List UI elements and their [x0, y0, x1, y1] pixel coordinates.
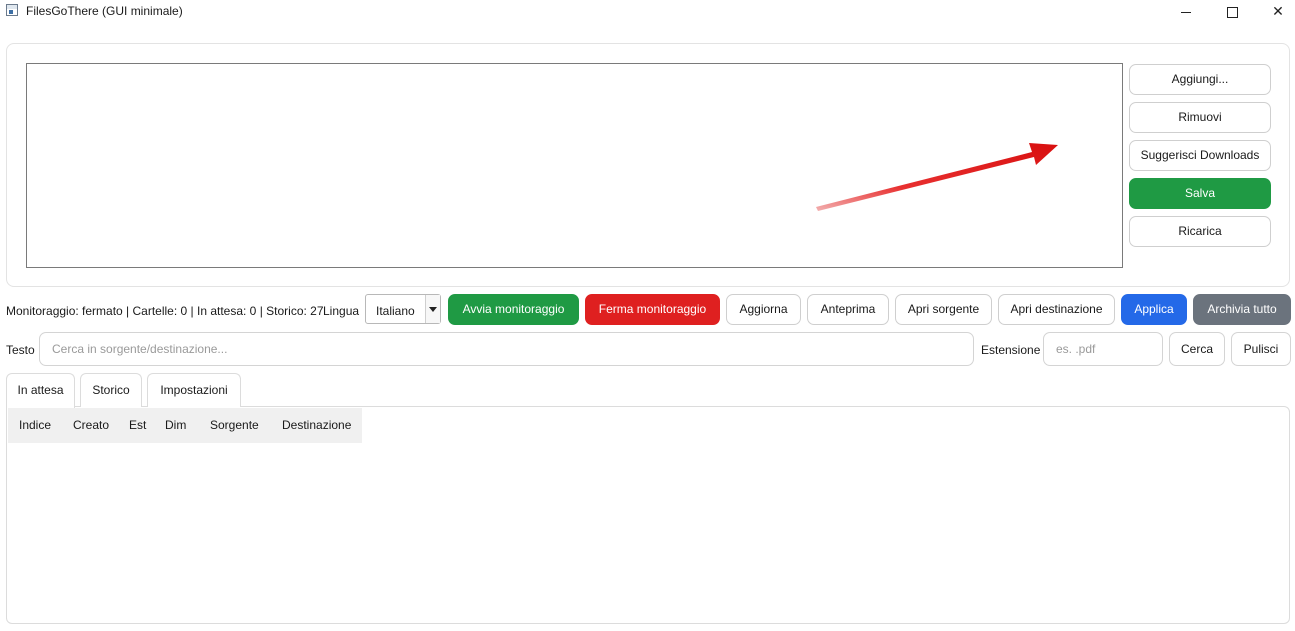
remove-folder-button[interactable]: Rimuovi [1129, 102, 1271, 133]
tab-history[interactable]: Storico [80, 373, 142, 407]
open-source-button[interactable]: Apri sorgente [895, 294, 992, 325]
save-button[interactable]: Salva [1129, 178, 1271, 209]
monitor-status-text: Monitoraggio: fermato | Cartelle: 0 | In… [6, 304, 324, 318]
extension-label: Estensione [981, 343, 1041, 357]
maximize-icon [1226, 6, 1238, 18]
stop-monitoring-button[interactable]: Ferma monitoraggio [585, 294, 720, 325]
minimize-icon [1181, 11, 1191, 13]
annotation-arrow-icon [816, 143, 1058, 211]
close-icon: ✕ [1272, 3, 1284, 19]
suggest-downloads-button[interactable]: Suggerisci Downloads [1129, 140, 1271, 171]
preview-button[interactable]: Anteprima [807, 294, 889, 325]
add-folder-button[interactable]: Aggiungi... [1129, 64, 1271, 95]
column-header-destination[interactable]: Destinazione [282, 418, 351, 432]
column-header-ext[interactable]: Est [129, 418, 146, 432]
open-destination-button[interactable]: Apri destinazione [998, 294, 1115, 325]
tab-settings[interactable]: Impostazioni [147, 373, 241, 407]
text-search-field[interactable] [39, 332, 974, 366]
title-bar: FilesGoThere (GUI minimale) ✕ [0, 0, 1295, 22]
language-select[interactable]: Italiano [365, 294, 441, 324]
maximize-button[interactable] [1209, 0, 1255, 22]
column-header-index[interactable]: Indice [19, 418, 51, 432]
search-button[interactable]: Cerca [1169, 332, 1225, 366]
chevron-down-icon[interactable] [425, 295, 440, 323]
language-value: Italiano [376, 304, 415, 318]
minimize-button[interactable] [1163, 0, 1209, 22]
app-icon [6, 4, 18, 16]
close-button[interactable]: ✕ [1255, 0, 1295, 22]
reload-button[interactable]: Ricarica [1129, 216, 1271, 247]
language-label: Lingua [323, 304, 360, 318]
column-header-created[interactable]: Creato [73, 418, 109, 432]
column-header-source[interactable]: Sorgente [210, 418, 259, 432]
extension-input[interactable] [1044, 333, 1162, 365]
archive-all-button[interactable]: Archivia tutto [1193, 294, 1291, 325]
text-filter-label: Testo [6, 343, 35, 357]
tab-pending[interactable]: In attesa [6, 373, 75, 408]
apply-button[interactable]: Applica [1121, 294, 1187, 325]
extension-field[interactable] [1043, 332, 1163, 366]
text-search-input[interactable] [40, 333, 973, 365]
refresh-button[interactable]: Aggiorna [726, 294, 801, 325]
clear-button[interactable]: Pulisci [1231, 332, 1291, 366]
window-title: FilesGoThere (GUI minimale) [26, 4, 183, 18]
column-header-size[interactable]: Dim [165, 418, 186, 432]
start-monitoring-button[interactable]: Avvia monitoraggio [448, 294, 579, 325]
